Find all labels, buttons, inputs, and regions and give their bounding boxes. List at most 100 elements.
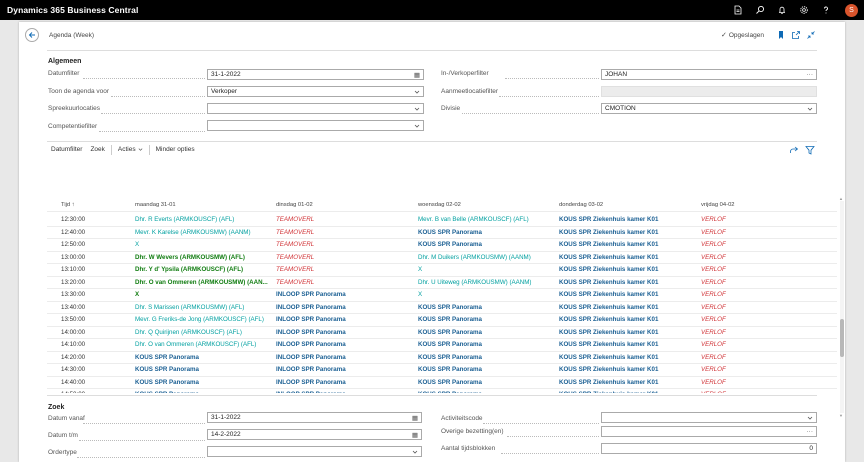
agenda-cell[interactable]: KOUS SPR Panorama bbox=[418, 339, 556, 352]
document-icon[interactable] bbox=[727, 0, 749, 20]
column-header[interactable]: maandag 31-01 bbox=[135, 199, 273, 212]
agenda-cell[interactable]: Dhr. Y d' Ypsila (ARMKOUSCF) (AFL) bbox=[135, 264, 273, 277]
agenda-cell[interactable]: KOUS SPR Panorama bbox=[135, 377, 273, 390]
agenda-cell[interactable]: VERLOF bbox=[701, 289, 831, 302]
agenda-cell[interactable]: KOUS SPR Panorama bbox=[418, 302, 556, 315]
agenda-cell[interactable]: KOUS SPR Ziekenhuis kamer K01 bbox=[559, 277, 697, 290]
agenda-cell[interactable]: KOUS SPR Panorama bbox=[418, 227, 556, 240]
agenda-cell[interactable]: INLOOP SPR Panorama bbox=[276, 364, 414, 377]
agenda-cell[interactable]: Dhr. Q Quirijnen (ARMKOUSCF) (AFL) bbox=[135, 327, 273, 340]
agenda-cell[interactable]: VERLOF bbox=[701, 227, 831, 240]
column-header[interactable]: donderdag 03-02 bbox=[559, 199, 697, 212]
agenda-cell[interactable]: KOUS SPR Panorama bbox=[418, 389, 556, 393]
grid-scrollbar[interactable]: ▲ ▼ bbox=[839, 196, 844, 418]
calendar-icon[interactable]: ▦ bbox=[414, 71, 420, 79]
search-icon[interactable] bbox=[749, 0, 771, 20]
table-row[interactable]: 14:50:00KOUS SPR PanoramaINLOOP SPR Pano… bbox=[47, 389, 837, 393]
agenda-cell[interactable]: TEAMOVERL bbox=[276, 227, 414, 240]
filter-icon[interactable] bbox=[805, 145, 815, 155]
agenda-cell[interactable]: X bbox=[135, 289, 273, 302]
table-row[interactable]: 14:30:00 KOUS SPR Panorama INLOOP SPR Pano… bbox=[47, 364, 837, 377]
agenda-cell[interactable]: VERLOF bbox=[701, 264, 831, 277]
table-row[interactable]: 14:10:00 Dhr. O van Ommeren (ARMKOUSCF) (… bbox=[47, 339, 837, 352]
overige-field[interactable]: ··· bbox=[601, 426, 817, 437]
table-row[interactable]: 13:10:00 Dhr. Y d' Ypsila (ARMKOUSCF) (AF… bbox=[47, 264, 837, 277]
table-row[interactable]: 13:30:00 X INLOOP SPR Panorama X KOUS SPR Zi… bbox=[47, 289, 837, 302]
table-row[interactable]: 13:00:00 Dhr. W Wevers (ARMKOUSMW) (AFL) T… bbox=[47, 252, 837, 265]
agenda-cell[interactable]: VERLOF bbox=[701, 364, 831, 377]
toon-select[interactable]: Verkoper bbox=[207, 86, 424, 97]
table-row[interactable]: 13:40:00 Dhr. S Marissen (ARMKOUSMW) (AFL… bbox=[47, 302, 837, 315]
zoek-action[interactable]: Zoek bbox=[86, 146, 108, 153]
table-row[interactable]: 12:40:00 Mevr. K Karelse (ARMKOUSMW) (AAN… bbox=[47, 227, 837, 240]
column-header[interactable]: dinsdag 01-02 bbox=[276, 199, 414, 212]
table-row[interactable]: 13:50:00 Mevr. G Freriks-de Jong (ARMKOUS… bbox=[47, 314, 837, 327]
agenda-cell[interactable]: Dhr. R Everts (ARMKOUSCF) (AFL) bbox=[135, 214, 273, 227]
acties-menu[interactable]: Acties bbox=[114, 146, 147, 153]
agenda-cell[interactable]: TEAMOVERL bbox=[276, 277, 414, 290]
datumfilter-field[interactable]: 31-1-2022 ▦ bbox=[207, 69, 424, 80]
agenda-cell[interactable]: KOUS SPR Ziekenhuis kamer K01 bbox=[559, 339, 697, 352]
agenda-cell[interactable]: INLOOP SPR Panorama bbox=[276, 389, 414, 393]
table-row[interactable]: 12:30:00 Dhr. R Everts (ARMKOUSCF) (AFL) T… bbox=[47, 214, 837, 227]
aantal-field[interactable]: 0 bbox=[601, 443, 817, 454]
datum-tm-field[interactable]: 14-2-2022 ▦ bbox=[207, 429, 422, 440]
minder-opties-button[interactable]: Minder opties bbox=[152, 146, 199, 153]
table-row[interactable]: 14:00:00 Dhr. Q Quirijnen (ARMKOUSCF) (AF… bbox=[47, 327, 837, 340]
spreekuur-select[interactable] bbox=[207, 103, 424, 114]
agenda-cell[interactable]: X bbox=[135, 239, 273, 252]
agenda-cell[interactable]: KOUS SPR Ziekenhuis kamer K01 bbox=[559, 389, 697, 393]
agenda-cell[interactable]: KOUS SPR Ziekenhuis kamer K01 bbox=[559, 227, 697, 240]
agenda-cell[interactable]: TEAMOVERL bbox=[276, 252, 414, 265]
agenda-cell[interactable]: Mevr. B van Belle (ARMKOUSCF) (AFL) bbox=[418, 214, 556, 227]
agenda-cell[interactable]: KOUS SPR Ziekenhuis kamer K01 bbox=[559, 314, 697, 327]
agenda-cell[interactable]: VERLOF bbox=[701, 277, 831, 290]
agenda-cell[interactable]: INLOOP SPR Panorama bbox=[276, 327, 414, 340]
agenda-cell[interactable]: KOUS SPR Panorama bbox=[418, 364, 556, 377]
agenda-cell[interactable]: Dhr. M Duikers (ARMKOUSMW) (AANM) bbox=[418, 252, 556, 265]
agenda-cell[interactable]: INLOOP SPR Panorama bbox=[276, 339, 414, 352]
agenda-cell[interactable]: VERLOF bbox=[701, 377, 831, 390]
bell-icon[interactable] bbox=[771, 0, 793, 20]
ellipsis-icon[interactable]: ··· bbox=[807, 428, 814, 435]
agenda-cell[interactable]: KOUS SPR Panorama bbox=[418, 314, 556, 327]
bookmark-icon[interactable] bbox=[776, 30, 786, 40]
avatar[interactable]: S bbox=[845, 3, 858, 17]
agenda-cell[interactable]: VERLOF bbox=[701, 302, 831, 315]
open-new-icon[interactable] bbox=[791, 30, 801, 40]
table-row[interactable]: 14:20:00 KOUS SPR Panorama INLOOP SPR Pano… bbox=[47, 352, 837, 365]
table-row[interactable]: 14:40:00 KOUS SPR Panorama INLOOP SPR Pano… bbox=[47, 377, 837, 390]
agenda-cell[interactable]: Dhr. W Wevers (ARMKOUSMW) (AFL) bbox=[135, 252, 273, 265]
calendar-icon[interactable]: ▦ bbox=[412, 414, 418, 422]
agenda-cell[interactable]: KOUS SPR Ziekenhuis kamer K01 bbox=[559, 327, 697, 340]
datum-vanaf-field[interactable]: 31-1-2022 ▦ bbox=[207, 412, 422, 423]
agenda-cell[interactable]: KOUS SPR Panorama bbox=[135, 389, 273, 393]
agenda-cell[interactable]: KOUS SPR Ziekenhuis kamer K01 bbox=[559, 377, 697, 390]
agenda-cell[interactable]: VERLOF bbox=[701, 252, 831, 265]
agenda-cell[interactable]: Dhr. O van Ommeren (ARMKOUSCF) (AFL) bbox=[135, 339, 273, 352]
agenda-cell[interactable]: TEAMOVERL bbox=[276, 214, 414, 227]
agenda-cell[interactable]: KOUS SPR Ziekenhuis kamer K01 bbox=[559, 252, 697, 265]
agenda-cell[interactable]: KOUS SPR Panorama bbox=[418, 239, 556, 252]
agenda-cell[interactable]: INLOOP SPR Panorama bbox=[276, 377, 414, 390]
ordertype-select[interactable] bbox=[207, 446, 422, 457]
agenda-cell[interactable]: KOUS SPR Ziekenhuis kamer K01 bbox=[559, 264, 697, 277]
scroll-thumb[interactable] bbox=[840, 319, 844, 357]
agenda-cell[interactable]: KOUS SPR Ziekenhuis kamer K01 bbox=[559, 364, 697, 377]
agenda-cell[interactable]: KOUS SPR Panorama bbox=[135, 364, 273, 377]
agenda-cell[interactable]: VERLOF bbox=[701, 327, 831, 340]
table-row[interactable]: 12:50:00 X TEAMOVERL KOUS SPR Panorama KOUS … bbox=[47, 239, 837, 252]
agenda-cell[interactable]: VERLOF bbox=[701, 339, 831, 352]
column-header[interactable]: Tijd ↑ bbox=[61, 199, 131, 212]
agenda-cell[interactable]: INLOOP SPR Panorama bbox=[276, 289, 414, 302]
activiteit-select[interactable] bbox=[601, 412, 817, 423]
agenda-cell[interactable]: KOUS SPR Panorama bbox=[418, 327, 556, 340]
agenda-cell[interactable]: KOUS SPR Panorama bbox=[135, 352, 273, 365]
competentie-select[interactable] bbox=[207, 120, 424, 131]
agenda-cell[interactable]: KOUS SPR Ziekenhuis kamer K01 bbox=[559, 352, 697, 365]
agenda-cell[interactable]: Mevr. K Karelse (ARMKOUSMW) (AANM) bbox=[135, 227, 273, 240]
agenda-cell[interactable]: X bbox=[418, 264, 556, 277]
scroll-down-icon[interactable]: ▼ bbox=[839, 413, 843, 418]
column-header[interactable]: vrijdag 04-02 bbox=[701, 199, 831, 212]
agenda-cell[interactable]: KOUS SPR Panorama bbox=[418, 377, 556, 390]
